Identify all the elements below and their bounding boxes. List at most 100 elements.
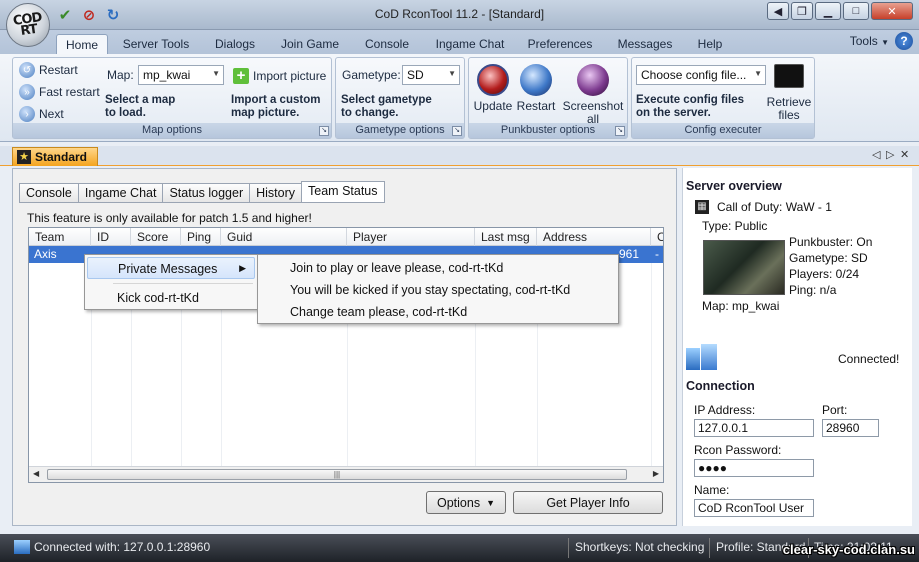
tab-join-game[interactable]: Join Game — [276, 34, 344, 54]
status-separator — [568, 538, 569, 558]
import-picture-button[interactable]: + Import picture — [233, 68, 326, 84]
map-select-value: mp_kwai — [143, 68, 191, 82]
scroll-left-arrow-icon[interactable]: ◀ — [33, 469, 39, 478]
submenu-item-kicked-spectating[interactable]: You will be kicked if you stay spectatin… — [260, 279, 616, 301]
watermark: clear-sky-cod.clan.su — [782, 542, 915, 557]
col-last-msg[interactable]: Last msg — [475, 228, 537, 246]
grid-column-line — [651, 246, 652, 466]
status-shortkeys: Shortkeys: Not checking — [575, 540, 705, 554]
tab-help[interactable]: Help — [688, 34, 732, 54]
next-label: Next — [39, 107, 64, 121]
col-c[interactable]: C — [651, 228, 663, 246]
tools-menu-label: Tools — [849, 34, 878, 48]
horizontal-scrollbar[interactable]: ◀ ||| ▶ — [29, 466, 663, 482]
tab-console[interactable]: Console — [19, 183, 78, 203]
submenu-item-change-team[interactable]: Change team please, cod-rt-tKd — [260, 301, 616, 323]
col-player[interactable]: Player — [347, 228, 475, 246]
scroll-right-icon[interactable]: ▷ — [886, 148, 894, 161]
pb-restart-button[interactable]: Restart — [515, 64, 557, 113]
close-icon[interactable]: ✕ — [871, 2, 913, 20]
tab-home[interactable]: Home — [56, 34, 108, 54]
import-picture-label: Import picture — [253, 69, 327, 83]
scroll-right-arrow-icon[interactable]: ▶ — [653, 469, 659, 478]
retrieve-files-button[interactable]: Retrieve files — [766, 64, 812, 122]
screenshot-all-button[interactable]: Screenshot all — [561, 64, 625, 126]
col-score[interactable]: Score — [131, 228, 181, 246]
col-guid[interactable]: Guid — [221, 228, 347, 246]
ribbon-tab-strip: Home Server Tools Dialogs Join Game Cons… — [0, 30, 919, 54]
tab-team-status[interactable]: Team Status — [301, 181, 385, 203]
dialog-launcher-icon[interactable]: ↘ — [319, 126, 329, 136]
dialog-launcher-icon[interactable]: ↘ — [452, 126, 462, 136]
import-hint: Import a custom map picture. — [231, 94, 320, 120]
tab-preferences[interactable]: Preferences — [522, 34, 598, 54]
tab-console[interactable]: Console — [358, 34, 416, 54]
config-hint-line-1: Execute config files — [636, 94, 745, 106]
server-ping: Ping: n/a — [789, 283, 837, 297]
minimize-icon[interactable]: ▁ — [815, 2, 841, 20]
tab-ingame-chat[interactable]: Ingame Chat — [428, 34, 512, 54]
chevron-down-icon: ▼ — [754, 69, 762, 78]
map-hint-line-1: Select a map — [105, 94, 176, 106]
restore-icon[interactable]: ❐ — [791, 2, 813, 20]
restart-icon: ↺ — [19, 62, 35, 78]
doc-tab-standard[interactable]: ★ Standard — [12, 147, 98, 166]
scroll-left-icon[interactable]: ◁ — [872, 148, 880, 161]
tab-dialogs[interactable]: Dialogs — [202, 34, 268, 54]
tab-messages[interactable]: Messages — [610, 34, 680, 54]
tab-ingame-chat[interactable]: Ingame Chat — [77, 183, 163, 203]
map-label: Map: — [107, 68, 134, 82]
context-menu: Private Messages ▶ Kick cod-rt-tKd — [84, 254, 258, 310]
port-input[interactable]: 28960 — [822, 419, 879, 437]
retrieve-files-icon — [774, 64, 804, 88]
col-ping[interactable]: Ping — [181, 228, 221, 246]
fast-restart-button[interactable]: » Fast restart — [19, 84, 100, 100]
tab-server-tools[interactable]: Server Tools — [118, 34, 194, 54]
menu-item-kick[interactable]: Kick cod-rt-tKd — [87, 287, 255, 309]
col-id[interactable]: ID — [91, 228, 131, 246]
tab-status-logger[interactable]: Status logger — [162, 183, 250, 203]
gametype-hint-line-1: Select gametype — [341, 94, 432, 106]
submenu-arrow-icon: ▶ — [239, 263, 246, 273]
help-icon[interactable]: ? — [895, 32, 913, 50]
rcon-password-input[interactable]: ●●●● — [694, 459, 814, 477]
maximize-icon[interactable]: □ — [843, 2, 869, 20]
map-preview-image — [703, 240, 785, 295]
close-tab-icon[interactable]: ✕ — [900, 148, 909, 161]
submenu-item-join-or-leave[interactable]: Join to play or leave please, cod-rt-tKd — [260, 257, 616, 279]
get-player-info-label: Get Player Info — [546, 495, 630, 510]
config-file-placeholder: Choose config file... — [641, 68, 747, 82]
inner-tab-strip: Console Ingame Chat Status logger Histor… — [19, 181, 385, 203]
name-label: Name: — [694, 483, 730, 497]
tab-history[interactable]: History — [249, 183, 302, 203]
group-label-gametype-options: Gametype options — [336, 123, 464, 138]
scrollbar-thumb[interactable]: ||| — [47, 469, 627, 480]
next-button[interactable]: › Next — [19, 106, 64, 122]
map-select[interactable]: mp_kwai ▼ — [138, 65, 224, 85]
name-input[interactable]: CoD RconTool User — [694, 499, 814, 517]
fast-restart-icon: » — [19, 84, 35, 100]
import-hint-line-2: map picture. — [231, 107, 300, 119]
group-label-config-executer: Config executer — [632, 123, 814, 138]
gametype-select[interactable]: SD ▼ — [402, 65, 460, 85]
app-menu-button[interactable]: COD RT — [6, 3, 50, 47]
back-icon[interactable]: ◀ — [767, 2, 789, 20]
options-label: Options — [436, 495, 481, 510]
server-players: Players: 0/24 — [789, 267, 860, 281]
menu-item-private-messages[interactable]: Private Messages ▶ — [87, 257, 255, 279]
restart-button[interactable]: ↺ Restart — [19, 62, 78, 78]
update-button[interactable]: Update — [473, 64, 513, 113]
config-file-select[interactable]: Choose config file... ▼ — [636, 65, 766, 85]
server-overview-title: Server overview — [686, 179, 782, 193]
options-button[interactable]: Options ▼ — [426, 491, 506, 514]
col-address[interactable]: Address — [537, 228, 651, 246]
server-type: Type: Public — [702, 219, 768, 233]
dialog-launcher-icon[interactable]: ↘ — [615, 126, 625, 136]
col-team[interactable]: Team — [29, 228, 91, 246]
connection-title: Connection — [686, 379, 755, 393]
group-label-map-options: Map options — [13, 123, 331, 138]
get-player-info-button[interactable]: Get Player Info — [513, 491, 663, 514]
ip-input[interactable]: 127.0.0.1 — [694, 419, 814, 437]
gametype-hint-line-2: to change. — [341, 107, 399, 119]
tools-menu[interactable]: Tools ▼ — [850, 34, 889, 48]
